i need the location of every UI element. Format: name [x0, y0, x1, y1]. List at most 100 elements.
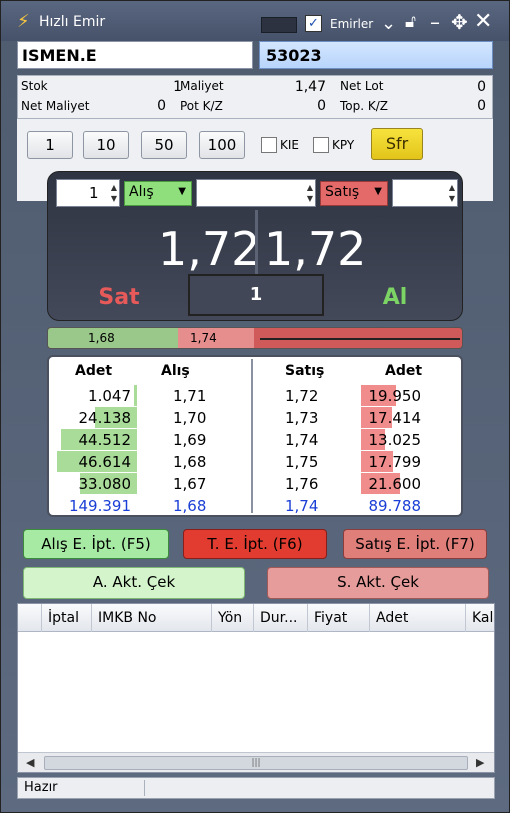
chevron-down-icon: ▼: [374, 186, 382, 197]
book-ask-qty[interactable]: 13.025: [363, 429, 422, 451]
quick-order-window: ⚡ Hızlı Emir ✓ Emirler ⌄ 🔓︎ – ✥ ✕ ISMEN.…: [0, 0, 510, 813]
book-bid-price[interactable]: 1,70: [173, 407, 206, 429]
position-info-panel: Stok 1 Maliyet 1,47 Net Lot 0 Net Maliye…: [17, 75, 493, 119]
move-icon[interactable]: ✥: [451, 10, 468, 34]
pot-kz-value: 0: [317, 98, 326, 114]
book-bid-qty[interactable]: 24.138: [65, 407, 132, 429]
spinner-arrows-icon[interactable]: ▲ ▼: [111, 182, 117, 204]
buy-button[interactable]: Al: [328, 278, 462, 318]
minimize-icon[interactable]: –: [430, 10, 440, 34]
book-ask-price[interactable]: 1,72: [285, 385, 318, 407]
bid-depth-bar: [134, 385, 137, 406]
reset-button[interactable]: Sfr: [371, 128, 423, 160]
book-ask-price[interactable]: 1,74: [285, 429, 318, 451]
grid-col-adet[interactable]: Adet: [370, 604, 466, 632]
chevron-down-icon[interactable]: ⌄: [381, 13, 396, 34]
sell-price-spinner[interactable]: ▲ ▼: [392, 179, 458, 207]
book-bid-price[interactable]: 1,69: [173, 429, 206, 451]
cancel-all-orders-button[interactable]: T. E. İpt. (F6): [183, 529, 327, 559]
emirler-label: Emirler: [330, 17, 374, 31]
book-ask-qty[interactable]: 21.600: [363, 473, 422, 495]
scroll-left-icon[interactable]: ◀: [26, 756, 34, 769]
status-bar: Hazır: [17, 777, 495, 799]
status-separator: [144, 780, 145, 796]
grid-col-kalan[interactable]: Kala: [466, 604, 494, 632]
spinner-arrows-icon[interactable]: ▲ ▼: [449, 182, 455, 204]
book-divider: [251, 359, 253, 513]
net-maliyet-label: Net Maliyet: [21, 99, 90, 113]
unlock-icon[interactable]: 🔓︎: [405, 12, 416, 32]
qty-button-100[interactable]: 100: [199, 131, 245, 159]
net-maliyet-value: 0: [157, 98, 166, 114]
lot-spinner[interactable]: 1 ▲ ▼: [56, 179, 120, 207]
ask-header: Satış: [285, 363, 325, 379]
cancel-sell-orders-button[interactable]: Satış E. İpt. (F7): [343, 529, 487, 559]
qty-button-1[interactable]: 1: [27, 131, 73, 159]
close-icon[interactable]: ✕: [474, 9, 492, 34]
sell-active-pull-button[interactable]: S. Akt. Çek: [267, 567, 489, 599]
grid-col-select[interactable]: [18, 604, 42, 632]
spread-ask: 1,74: [178, 328, 254, 348]
stok-label: Stok: [21, 79, 48, 93]
emirler-checkbox[interactable]: ✓: [305, 15, 322, 32]
spinner-arrows-icon[interactable]: ▲ ▼: [307, 182, 313, 204]
sell-price-type-select[interactable]: Satış ▼: [320, 181, 388, 206]
book-ask-price[interactable]: 1,73: [285, 407, 318, 429]
kpy-checkbox[interactable]: [313, 137, 329, 153]
qty-button-50[interactable]: 50: [141, 131, 187, 159]
trade-panel: 1 ▲ ▼ Alış ▼ ▲ ▼ Satış ▼ ▲ ▼ 1,72 1,72 Sat …: [47, 171, 463, 321]
qty-button-10[interactable]: 10: [83, 131, 129, 159]
bid-header: Alış: [161, 363, 190, 379]
pot-kz-label: Pot K/Z: [180, 99, 223, 113]
book-ask-qty[interactable]: 17.414: [363, 407, 422, 429]
top-kz-value: 0: [477, 98, 486, 114]
cancel-buy-orders-button[interactable]: Alış E. İpt. (F5): [23, 529, 169, 559]
ask-price[interactable]: 1,72: [264, 222, 366, 276]
book-bid-price[interactable]: 1,67: [173, 473, 206, 495]
buy-price-type-select[interactable]: Alış ▼: [124, 181, 192, 206]
scroll-right-icon[interactable]: ▶: [476, 756, 484, 769]
bid-price[interactable]: 1,72: [158, 222, 260, 276]
sell-button[interactable]: Sat: [52, 278, 186, 318]
scrollbar-thumb[interactable]: |||: [44, 756, 468, 770]
bid-qty-header: Adet: [75, 363, 113, 379]
grid-col-iptal[interactable]: İptal: [42, 604, 92, 632]
ask-qty-header: Adet: [385, 363, 423, 379]
grid-col-durum[interactable]: Dur...: [254, 604, 308, 632]
grid-col-yon[interactable]: Yön: [212, 604, 254, 632]
book-bid-qty[interactable]: 46.614: [65, 451, 132, 473]
buy-select-value: Alış: [129, 184, 154, 200]
title-bar: ⚡ Hızlı Emir ✓ Emirler ⌄ 🔓︎ – ✥ ✕: [1, 1, 509, 41]
status-text: Hazır: [24, 780, 58, 795]
book-ask-qty[interactable]: 17.799: [363, 451, 422, 473]
buy-active-pull-button[interactable]: A. Akt. Çek: [23, 567, 245, 599]
book-ask-price[interactable]: 1,76: [285, 473, 318, 495]
grid-header: İptal IMKB No Yön Dur... Fiyat Adet Kala: [18, 604, 494, 632]
book-ask-price[interactable]: 1,75: [285, 451, 318, 473]
kpy-label: KPY: [332, 138, 355, 152]
symbol-input[interactable]: ISMEN.E: [17, 41, 253, 69]
book-ask-qty[interactable]: 19.950: [363, 385, 422, 407]
book-bid-qty[interactable]: 1.047: [65, 385, 131, 407]
book-bid-price[interactable]: 1,68: [173, 451, 206, 473]
total-bid-qty: 149.391: [68, 497, 131, 515]
top-kz-label: Top. K/Z: [340, 99, 389, 113]
total-bid: 1,68: [173, 497, 207, 515]
grid-col-fiyat[interactable]: Fiyat: [308, 604, 370, 632]
sell-select-value: Satış: [325, 184, 360, 200]
book-bid-qty[interactable]: 44.512: [65, 429, 132, 451]
book-bid-price[interactable]: 1,71: [173, 385, 206, 407]
kie-label: KIE: [280, 138, 299, 152]
quantity-display[interactable]: 1: [188, 274, 324, 316]
horizontal-scrollbar[interactable]: ◀ ||| ▶: [18, 752, 494, 772]
maliyet-label: Maliyet: [180, 79, 224, 93]
kie-checkbox[interactable]: [261, 137, 277, 153]
book-bid-qty[interactable]: 33.080: [65, 473, 132, 495]
account-input[interactable]: 53023: [259, 41, 493, 69]
window-title: Hızlı Emir: [39, 14, 106, 30]
title-color-box[interactable]: [261, 17, 297, 33]
stok-value: 1: [173, 79, 182, 95]
buy-price-spinner[interactable]: ▲ ▼: [196, 179, 316, 207]
grid-col-imkb-no[interactable]: IMKB No: [92, 604, 212, 632]
price-divider: [255, 210, 258, 274]
